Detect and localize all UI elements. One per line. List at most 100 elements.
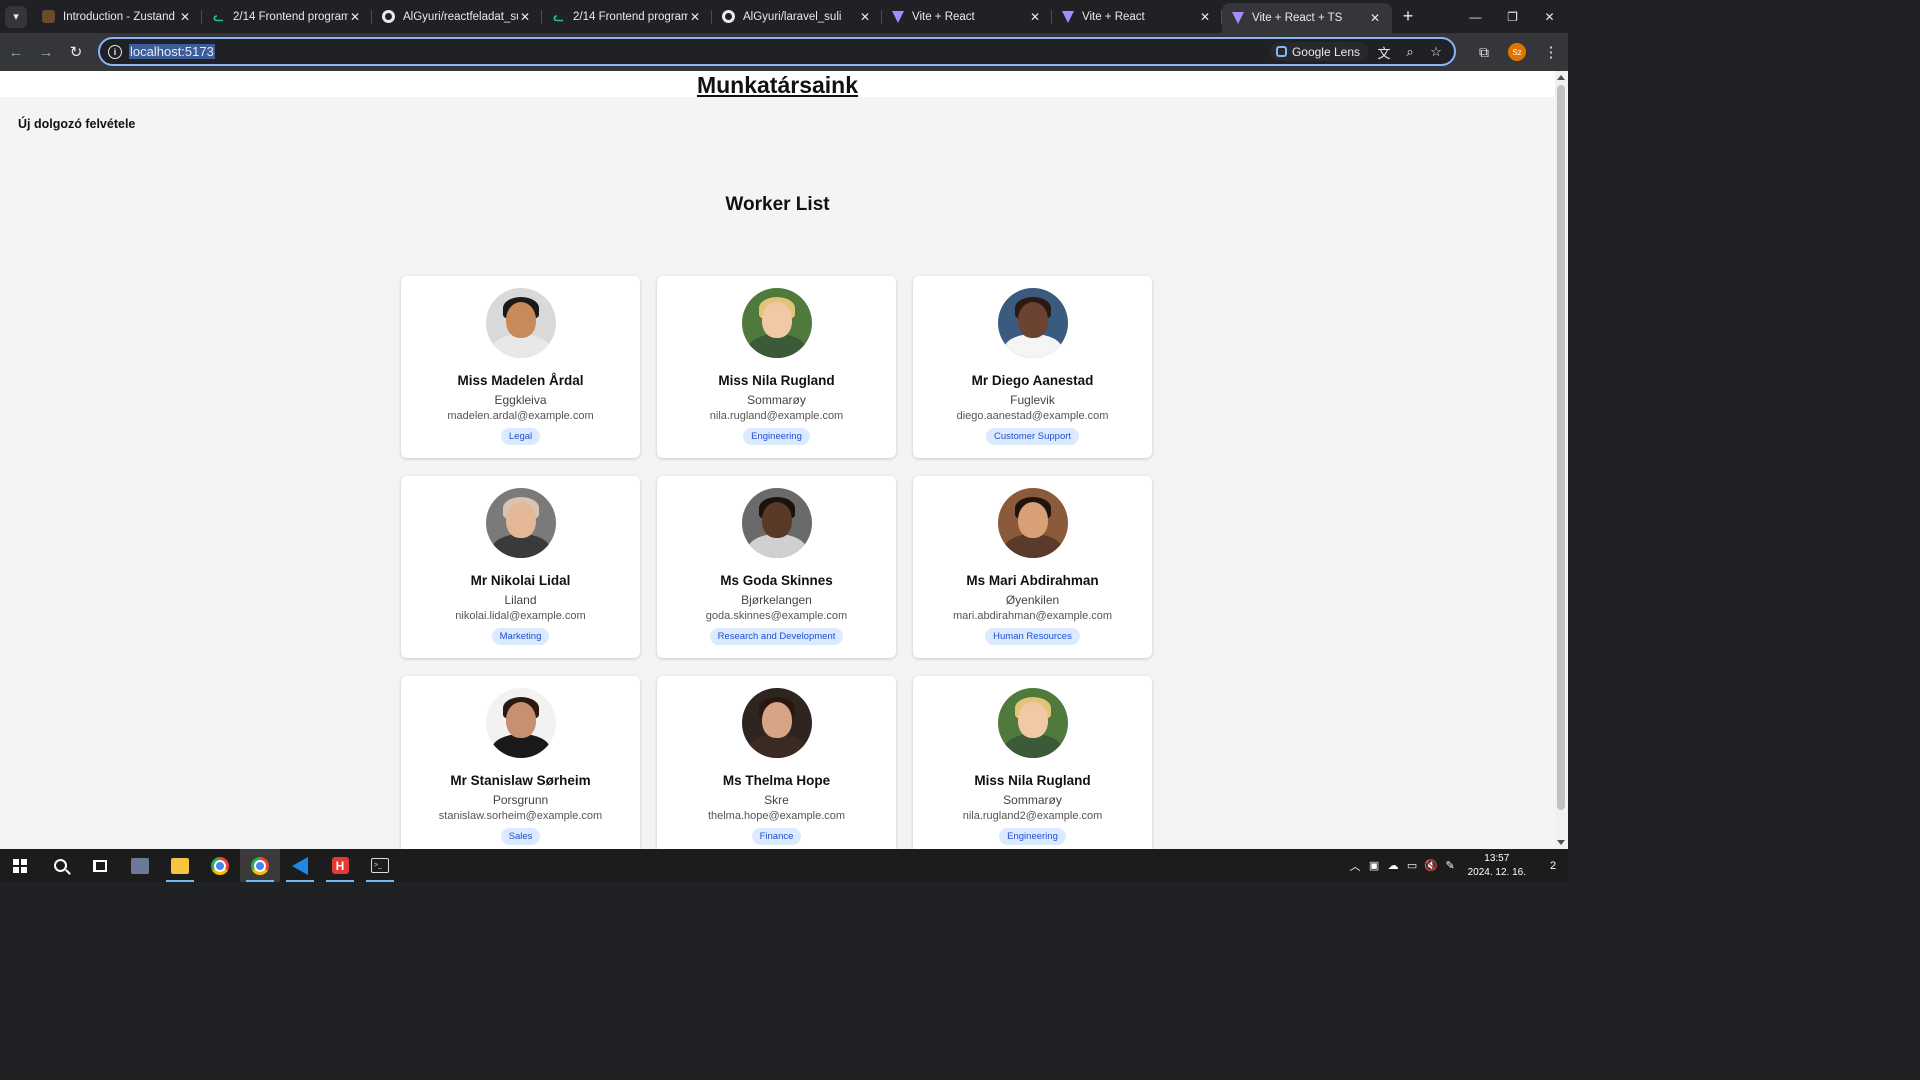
taskbar-app-explorer[interactable]	[160, 849, 200, 882]
department-badge: Legal	[500, 428, 541, 445]
tab-close-icon[interactable]: ✕	[178, 10, 192, 24]
worker-card[interactable]: Ms Goda Skinnes Bjørkelangen goda.skinnes@…	[657, 476, 896, 658]
forward-icon[interactable]: →	[32, 38, 60, 66]
chrome-menu-icon[interactable]: ⋮	[1540, 43, 1562, 61]
taskbar-app-chrome[interactable]	[200, 849, 240, 882]
site-info-icon[interactable]: i	[108, 44, 122, 59]
worker-card[interactable]: Miss Nila Rugland Sommarøy nila.rugland2@e…	[913, 676, 1152, 849]
tab-close-icon[interactable]: ✕	[1198, 10, 1212, 24]
notes-app-icon	[131, 857, 149, 874]
translate-icon[interactable]: 文	[1376, 44, 1392, 61]
scroll-thumb[interactable]	[1557, 85, 1565, 810]
browser-tab[interactable]: Vite + React + TS ✕	[1222, 3, 1392, 33]
github-icon	[722, 10, 735, 23]
worker-card[interactable]: Mr Nikolai Lidal Liland nikolai.lidal@exam…	[401, 476, 640, 658]
avatar-face	[1017, 702, 1048, 738]
address-bar[interactable]: i localhost:5173 Google Lens 文 ⌕ ☆	[98, 37, 1456, 66]
worker-name: Miss Nila Rugland	[718, 373, 835, 388]
worker-city: Skre	[764, 793, 789, 807]
tab-search-icon[interactable]: ▾	[5, 5, 27, 28]
worker-card[interactable]: Miss Nila Rugland Sommarøy nila.rugland@ex…	[657, 276, 896, 458]
browser-tab[interactable]: AlGyuri/reactfeladat_suli ✕	[372, 0, 542, 33]
chevron-up-icon[interactable]: ︿	[1346, 849, 1365, 882]
taskbar-app-h[interactable]: H	[320, 849, 360, 882]
notification-center-icon[interactable]: 2	[1538, 849, 1568, 882]
tab-close-icon[interactable]: ✕	[858, 10, 872, 24]
tab-close-icon[interactable]: ✕	[518, 10, 532, 24]
page-scrollbar[interactable]	[1555, 71, 1568, 849]
tab-close-icon[interactable]: ✕	[348, 10, 362, 24]
tab-close-icon[interactable]: ✕	[1368, 11, 1382, 25]
worker-city: Øyenkilen	[1005, 593, 1060, 607]
profile-avatar[interactable]: Sz	[1508, 43, 1526, 61]
vite-icon	[1062, 10, 1074, 23]
tab-title: Vite + React + TS	[1252, 12, 1343, 24]
task-view-button[interactable]	[80, 849, 120, 882]
tab-close-icon[interactable]: ✕	[688, 10, 702, 24]
browser-toolbar: ← → ↻ i localhost:5173 Google Lens 文 ⌕ ☆…	[0, 33, 1568, 71]
volume-icon[interactable]: 🔇	[1422, 849, 1441, 882]
taskbar-app-notes[interactable]	[120, 849, 160, 882]
browser-tab[interactable]: AlGyuri/laravel_suli ✕	[712, 0, 882, 33]
reload-icon[interactable]: ↻	[62, 38, 90, 66]
minimize-icon[interactable]: —	[1457, 0, 1494, 33]
tab-title: AlGyuri/laravel_suli	[743, 10, 842, 23]
department-badge: Marketing	[491, 628, 550, 645]
site-title: Munkatársaink	[696, 72, 859, 98]
new-worker-link[interactable]: Új dolgozó felvétele	[18, 117, 135, 131]
worker-email: diego.aanestad@example.com	[956, 410, 1109, 422]
department-badge: Research and Development	[709, 628, 844, 645]
worker-city: Eggkleiva	[494, 393, 547, 407]
close-window-icon[interactable]: ✕	[1531, 0, 1568, 33]
extensions-icon[interactable]: ⧉	[1470, 38, 1498, 66]
network-icon[interactable]: ▭	[1403, 849, 1422, 882]
worker-card[interactable]: Ms Mari Abdirahman Øyenkilen mari.abdirahm…	[913, 476, 1152, 658]
taskbar-search-button[interactable]	[40, 849, 80, 882]
chrome-icon	[211, 856, 229, 875]
browser-tab[interactable]: Vite + React ✕	[882, 0, 1052, 33]
browser-tab[interactable]: Introduction - Zustand ✕	[32, 0, 202, 33]
worker-city: Sommarøy	[747, 393, 806, 407]
worker-card[interactable]: Miss Madelen Årdal Eggkleiva madelen.ardal…	[401, 276, 640, 458]
avatar-face	[505, 502, 536, 538]
worker-email: thelma.hope@example.com	[707, 810, 846, 822]
restore-icon[interactable]: ❐	[1494, 0, 1531, 33]
taskbar-app-vscode[interactable]	[280, 849, 320, 882]
avatar-face	[761, 302, 792, 338]
worker-avatar	[741, 688, 812, 758]
worker-name: Miss Madelen Årdal	[457, 373, 584, 388]
worker-card[interactable]: Ms Thelma Hope Skre thelma.hope@example.co…	[657, 676, 896, 849]
avatar-face	[1017, 502, 1048, 538]
zoom-icon[interactable]: ⌕	[1402, 44, 1418, 60]
clock[interactable]: 13:57 2024. 12. 16.	[1468, 852, 1526, 880]
clock-date: 2024. 12. 16.	[1467, 866, 1526, 878]
avatar-face	[1017, 302, 1048, 338]
cloud-icon[interactable]: ☁	[1384, 849, 1403, 882]
url-text[interactable]: localhost:5173	[129, 44, 215, 59]
worker-avatar	[997, 488, 1068, 558]
bookmark-star-icon[interactable]: ☆	[1428, 44, 1444, 60]
worker-name: Mr Diego Aanestad	[971, 373, 1094, 388]
back-icon[interactable]: ←	[2, 38, 30, 66]
taskbar-app-terminal[interactable]: >_	[360, 849, 400, 882]
pen-icon[interactable]: ✎	[1441, 849, 1460, 882]
scroll-down-icon[interactable]	[1557, 840, 1565, 845]
tab-close-icon[interactable]: ✕	[1028, 10, 1042, 24]
worker-city: Fuglevik	[1010, 393, 1055, 407]
browser-tab[interactable]: ᓚ 2/14 Frontend programozás✕	[202, 0, 372, 33]
taskbar-app-chrome-profile[interactable]	[240, 849, 280, 882]
worker-email: madelen.ardal@example.com	[447, 410, 594, 422]
github-icon	[382, 10, 395, 23]
browser-tab[interactable]: ᓚ 2/14 Frontend programozás✕	[542, 0, 712, 33]
browser-tab[interactable]: Vite + React ✕	[1052, 0, 1222, 33]
worker-city: Bjørkelangen	[741, 593, 812, 607]
worker-card[interactable]: Mr Diego Aanestad Fuglevik diego.aanestad@…	[913, 276, 1152, 458]
windows-icon	[13, 858, 27, 873]
start-button[interactable]	[0, 849, 40, 882]
worker-card[interactable]: Mr Stanislaw Sørheim Porsgrunn stanislaw.s…	[401, 676, 640, 849]
scroll-up-icon[interactable]	[1557, 75, 1565, 80]
google-lens-button[interactable]: Google Lens	[1269, 42, 1368, 61]
meet-now-icon[interactable]: ▣	[1365, 849, 1384, 882]
new-tab-button[interactable]: +	[1396, 5, 1420, 29]
cc-icon: ᓚ	[213, 9, 224, 24]
